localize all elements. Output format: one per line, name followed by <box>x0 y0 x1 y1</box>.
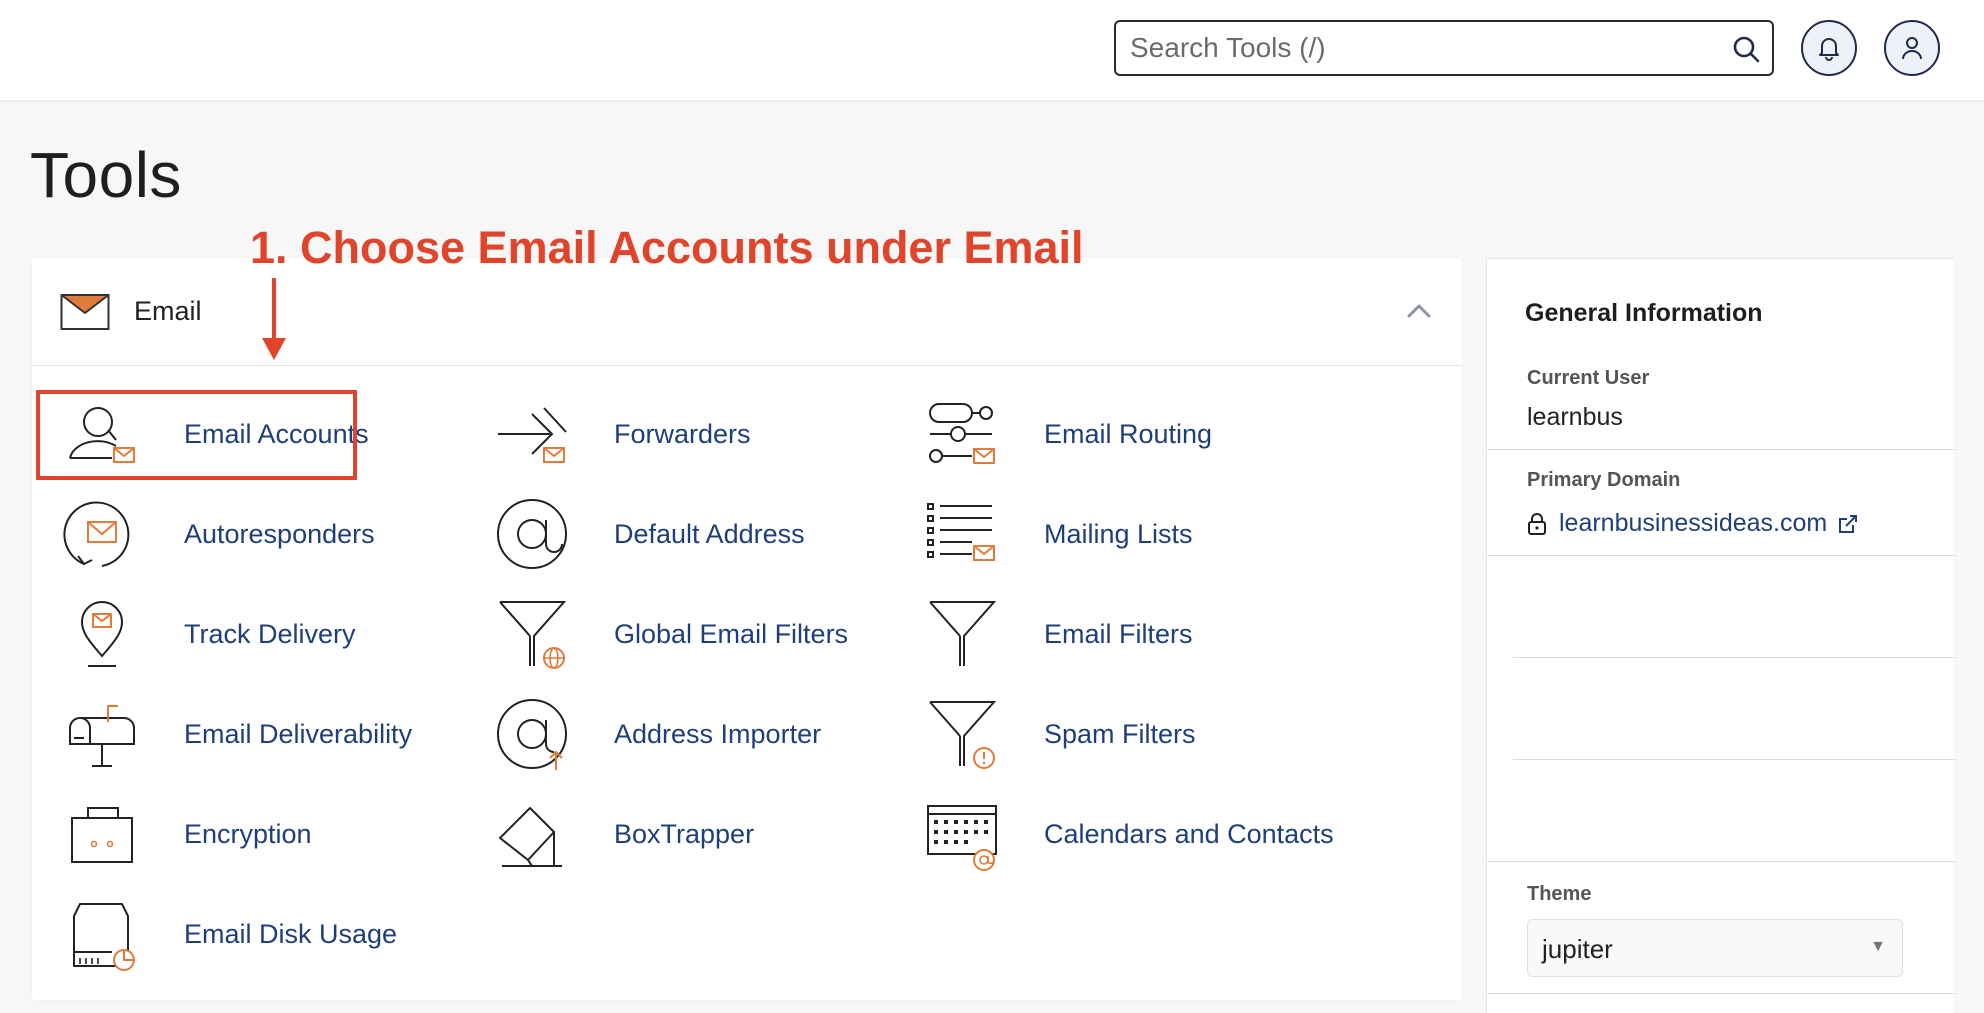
primary-domain-link[interactable]: learnbusinessideas.com <box>1527 509 1859 538</box>
disk-usage-icon <box>73 903 135 971</box>
user-menu-button[interactable] <box>1884 20 1940 76</box>
filter-globe-icon <box>499 601 567 669</box>
external-link-icon[interactable] <box>1837 513 1859 535</box>
divider <box>1487 449 1955 450</box>
tool-label: Forwarders <box>614 418 751 449</box>
user-icon <box>1902 37 1922 60</box>
theme-select[interactable]: jupiter ▼ <box>1527 919 1903 977</box>
tool-label: Track Delivery <box>184 618 356 649</box>
tool-label: Email Filters <box>1044 618 1193 649</box>
email-panel: Email Email Accounts Forwarders Email Ro… <box>32 258 1462 1000</box>
tool-email-deliverability[interactable]: Email Deliverability <box>62 694 412 774</box>
theme-select-value: jupiter <box>1542 934 1613 964</box>
tool-address-importer[interactable]: Address Importer <box>492 694 821 774</box>
tool-spam-filters[interactable]: Spam Filters <box>922 694 1196 774</box>
tool-label: Spam Filters <box>1044 718 1196 749</box>
tool-email-filters[interactable]: Email Filters <box>922 594 1193 674</box>
tool-autoresponders[interactable]: Autoresponders <box>62 494 375 574</box>
tool-label: Autoresponders <box>184 518 375 549</box>
tool-calendars-contacts[interactable]: Calendars and Contacts <box>922 794 1334 874</box>
tool-label: BoxTrapper <box>614 818 755 849</box>
filter-icon <box>929 601 997 666</box>
tool-global-email-filters[interactable]: Global Email Filters <box>492 594 848 674</box>
lock-icon <box>1528 512 1546 535</box>
tool-default-address[interactable]: Default Address <box>492 494 805 574</box>
autoresponders-icon <box>63 501 130 567</box>
email-routing-icon <box>929 403 995 464</box>
bell-icon <box>1819 38 1839 61</box>
mailing-lists-icon <box>927 503 995 561</box>
general-information-panel: General Information Current User learnbu… <box>1486 258 1955 1013</box>
forwarders-icon <box>498 407 567 463</box>
tool-encryption[interactable]: Encryption <box>62 794 312 874</box>
page-title: Tools <box>30 139 182 211</box>
current-user-label: Current User <box>1527 367 1650 389</box>
calendar-icon <box>927 805 997 871</box>
tool-label: Email Deliverability <box>184 718 413 749</box>
search-input[interactable] <box>1130 30 1710 66</box>
divider <box>1743 657 1955 658</box>
general-information-title: General Information <box>1525 299 1763 327</box>
divider <box>1743 759 1955 760</box>
notifications-button[interactable] <box>1801 20 1857 76</box>
annotation-instruction: 1. Choose Email Accounts under Email <box>250 222 1084 273</box>
at-sign-icon <box>497 499 567 569</box>
tool-forwarders[interactable]: Forwarders <box>492 394 751 474</box>
tool-track-delivery[interactable]: Track Delivery <box>62 594 356 674</box>
top-bar <box>0 0 1984 100</box>
tool-label: Email Disk Usage <box>184 918 398 949</box>
tool-label: Encryption <box>184 818 312 849</box>
caret-down-icon: ▼ <box>1870 938 1886 955</box>
filter-warning-icon <box>929 701 997 769</box>
boxtrapper-icon <box>499 807 562 867</box>
annotation-arrow-icon <box>262 278 286 360</box>
tool-label: Email Routing <box>1044 418 1213 449</box>
primary-domain-label: Primary Domain <box>1527 469 1681 491</box>
email-panel-title: Email <box>134 296 202 326</box>
map-pin-icon <box>80 601 124 667</box>
annotation-highlight-box <box>36 390 357 480</box>
primary-domain-value[interactable]: learnbusinessideas.com <box>1559 509 1827 538</box>
divider <box>1513 657 1745 658</box>
tool-label: Calendars and Contacts <box>1044 818 1334 849</box>
tool-email-routing[interactable]: Email Routing <box>922 394 1212 474</box>
email-panel-header[interactable]: Email <box>32 258 1462 366</box>
tool-label: Mailing Lists <box>1044 518 1193 549</box>
theme-label: Theme <box>1527 883 1592 905</box>
chevron-up-icon[interactable] <box>1404 298 1434 324</box>
divider <box>1487 993 1955 994</box>
tool-mailing-lists[interactable]: Mailing Lists <box>922 494 1193 574</box>
tool-label: Default Address <box>614 518 805 549</box>
tool-label: Global Email Filters <box>614 618 849 649</box>
tool-email-disk-usage[interactable]: Email Disk Usage <box>62 894 397 974</box>
tool-boxtrapper[interactable]: BoxTrapper <box>492 794 754 874</box>
search-box[interactable] <box>1114 20 1774 76</box>
divider <box>1487 555 1955 556</box>
mailbox-icon <box>69 705 135 767</box>
search-icon[interactable] <box>1732 35 1760 63</box>
tool-label: Address Importer <box>614 718 822 749</box>
at-sign-import-icon <box>497 699 567 770</box>
divider <box>1513 759 1745 760</box>
current-user-value: learnbus <box>1527 403 1623 431</box>
encryption-icon <box>71 807 133 863</box>
envelope-icon <box>60 294 110 330</box>
divider <box>1487 861 1955 862</box>
